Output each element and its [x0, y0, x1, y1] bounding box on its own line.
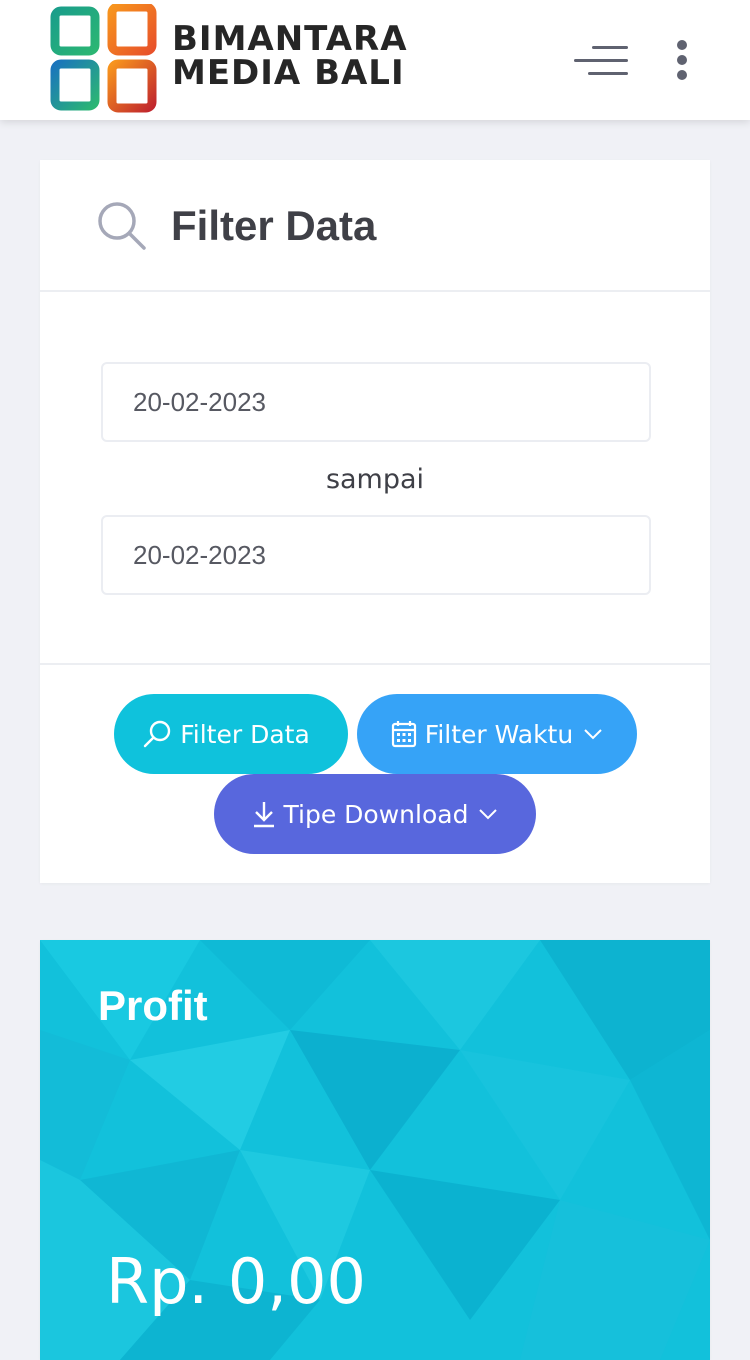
app-header: BIMANTARA MEDIA BALI: [0, 0, 750, 120]
profit-title: Profit: [98, 982, 208, 1029]
filter-card-title: Filter Data: [171, 202, 377, 249]
brand-name: BIMANTARA MEDIA BALI: [172, 22, 408, 90]
filter-card-header: Filter Data: [40, 160, 710, 292]
calendar-icon: [391, 721, 416, 748]
filter-waktu-label: Filter Waktu: [424, 719, 574, 749]
chevron-down-icon: [479, 809, 498, 820]
filter-waktu-button[interactable]: Filter Waktu: [357, 694, 637, 774]
tipe-download-label: Tipe Download: [283, 799, 469, 829]
date-from-field[interactable]: 20-02-2023: [101, 362, 651, 442]
filter-card: Filter Data 20-02-2023 sampai 20-02-2023…: [40, 160, 710, 883]
brand-logo: [50, 4, 157, 113]
chevron-down-icon: [584, 729, 602, 740]
brand-line-1: BIMANTARA: [172, 19, 408, 59]
profit-value: Rp. 0,00: [106, 1245, 366, 1318]
filter-data-label: Filter Data: [180, 719, 310, 749]
search-icon: [98, 202, 146, 250]
tipe-download-button[interactable]: Tipe Download: [214, 774, 536, 854]
date-range-separator: sampai: [325, 464, 425, 495]
hamburger-menu-icon[interactable]: [570, 40, 632, 82]
profit-card: Profit Rp. 0,00: [40, 940, 710, 1360]
divider: [40, 663, 710, 665]
brand-line-2: MEDIA BALI: [172, 53, 405, 93]
date-to-field[interactable]: 20-02-2023: [101, 515, 651, 595]
filter-data-button[interactable]: Filter Data: [114, 694, 348, 774]
download-icon: [253, 802, 274, 828]
search-icon: [144, 720, 171, 748]
vertical-dots-icon[interactable]: [668, 38, 696, 84]
